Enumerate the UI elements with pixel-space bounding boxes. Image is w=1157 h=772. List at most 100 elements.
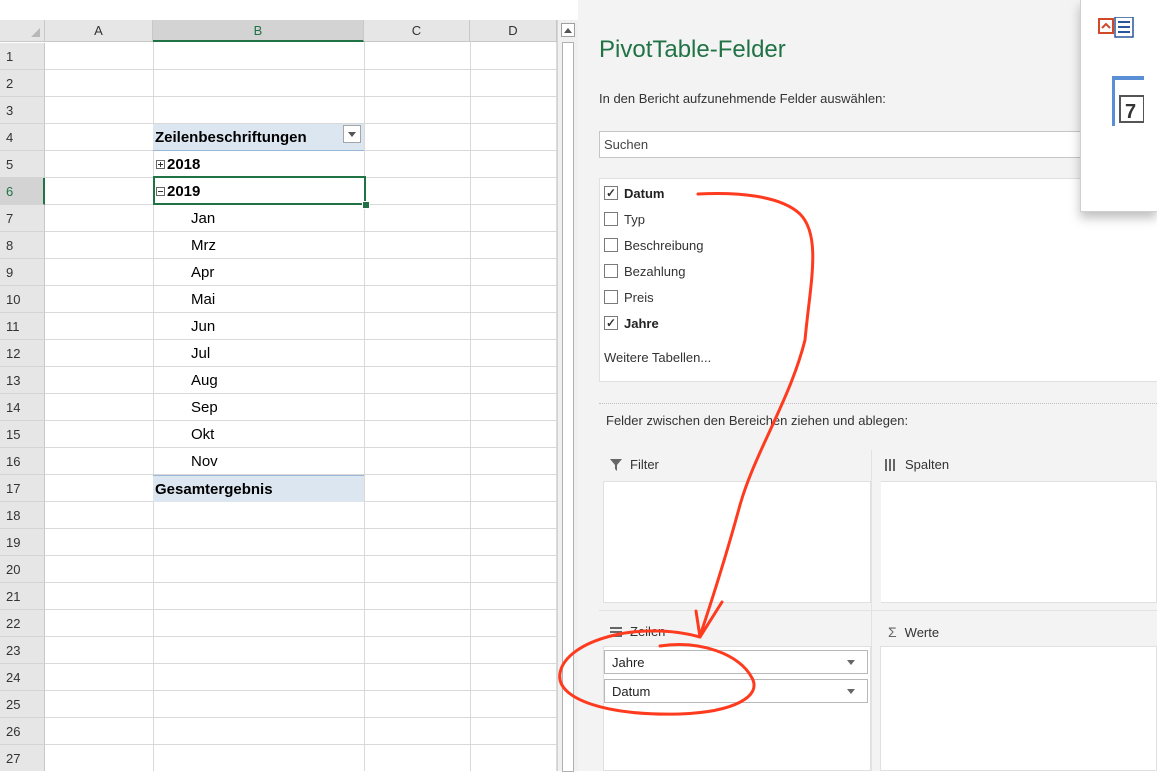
row-header[interactable]: 3 <box>0 97 45 124</box>
grid-row[interactable] <box>45 43 557 70</box>
field-item-beschreibung[interactable]: Beschreibung <box>604 235 704 255</box>
pane-title: PivotTable-Felder <box>599 36 786 63</box>
pivot-month-row[interactable]: Sep <box>153 394 364 421</box>
pivot-month-row[interactable]: Mrz <box>153 232 364 259</box>
grid-row[interactable] <box>45 718 557 745</box>
columns-drop-zone[interactable] <box>880 481 1157 603</box>
columns-area-header: Spalten <box>885 457 949 472</box>
row-header[interactable]: 5 <box>0 151 45 178</box>
row-header[interactable]: 25 <box>0 691 45 718</box>
chevron-down-icon[interactable] <box>847 660 855 665</box>
grid-row[interactable] <box>45 529 557 556</box>
grid-row[interactable] <box>45 610 557 637</box>
pivot-month-row[interactable]: Mai <box>153 286 364 313</box>
chip-label: Datum <box>612 683 651 699</box>
row-header[interactable]: 1 <box>0 43 45 70</box>
pivot-month-row[interactable]: Jun <box>153 313 364 340</box>
field-label: Typ <box>624 211 645 227</box>
row-header[interactable]: 27 <box>0 745 45 771</box>
column-header-b[interactable]: B <box>153 20 364 42</box>
fill-handle[interactable] <box>362 201 370 209</box>
more-tables-link[interactable]: Weitere Tabellen... <box>604 350 711 365</box>
row-header[interactable]: 12 <box>0 340 45 367</box>
grid-row[interactable] <box>45 745 557 771</box>
row-header[interactable]: 21 <box>0 583 45 610</box>
row-header[interactable]: 17 <box>0 475 45 502</box>
spreadsheet-grid[interactable]: A B C D 1 2 3 4 5 6 7 8 9 10 11 12 13 14 15 16 17 18 19 20 2… <box>0 0 557 771</box>
grid-row[interactable] <box>45 664 557 691</box>
row-header[interactable]: 13 <box>0 367 45 394</box>
layout-sections-icon[interactable] <box>1098 17 1134 41</box>
checkbox-icon[interactable] <box>604 290 618 304</box>
row-header[interactable]: 2 <box>0 70 45 97</box>
expand-plus-icon[interactable] <box>156 160 165 169</box>
grid-row[interactable] <box>45 502 557 529</box>
field-search-input[interactable]: Suchen <box>599 131 1099 158</box>
row-field-chip-jahre[interactable]: Jahre <box>604 650 868 674</box>
drag-areas-label: Felder zwischen den Bereichen ziehen und… <box>606 413 909 428</box>
row-header[interactable]: 15 <box>0 421 45 448</box>
checkbox-icon[interactable] <box>604 212 618 226</box>
pivot-grand-total-row[interactable]: Gesamtergebnis <box>153 475 364 502</box>
field-item-typ[interactable]: Typ <box>604 209 645 229</box>
field-item-datum[interactable]: ✓ Datum <box>604 183 664 203</box>
scrollbar-thumb[interactable] <box>562 42 574 772</box>
values-drop-zone[interactable] <box>880 646 1157 771</box>
pivot-month-row[interactable]: Apr <box>153 259 364 286</box>
field-item-preis[interactable]: Preis <box>604 287 654 307</box>
checkbox-icon[interactable] <box>604 238 618 252</box>
row-header[interactable]: 7 <box>0 205 45 232</box>
field-item-jahre[interactable]: ✓ Jahre <box>604 313 659 333</box>
scroll-up-arrow-icon[interactable] <box>561 23 575 37</box>
checkbox-checked-icon[interactable]: ✓ <box>604 186 618 200</box>
row-header[interactable]: 19 <box>0 529 45 556</box>
grid-row[interactable] <box>45 70 557 97</box>
pane-subtitle: In den Bericht aufzunehmende Felder ausw… <box>599 91 886 106</box>
row-field-chip-datum[interactable]: Datum <box>604 679 868 703</box>
row-header[interactable]: 10 <box>0 286 45 313</box>
row-labels-filter-dropdown[interactable] <box>343 125 361 143</box>
checkbox-checked-icon[interactable]: ✓ <box>604 316 618 330</box>
field-list: ✓ Datum Typ Beschreibung Bezahlung Preis… <box>599 178 1157 382</box>
row-header[interactable]: 16 <box>0 448 45 475</box>
chevron-down-icon[interactable] <box>847 689 855 694</box>
pivot-month-row[interactable]: Aug <box>153 367 364 394</box>
field-item-bezahlung[interactable]: Bezahlung <box>604 261 685 281</box>
row-header[interactable]: 14 <box>0 394 45 421</box>
column-header-a[interactable]: A <box>45 20 153 42</box>
row-header[interactable]: 8 <box>0 232 45 259</box>
checkbox-icon[interactable] <box>604 264 618 278</box>
column-header-d[interactable]: D <box>470 20 557 42</box>
pivot-row-labels-header[interactable]: Zeilenbeschriftungen <box>153 124 364 151</box>
vertical-scrollbar[interactable] <box>557 20 578 772</box>
row-header[interactable]: 4 <box>0 124 45 151</box>
chip-label: Jahre <box>612 654 645 670</box>
pivot-month-row[interactable]: Okt <box>153 421 364 448</box>
row-header[interactable]: 9 <box>0 259 45 286</box>
layout-stacked-icon[interactable]: 7 <box>1112 76 1144 126</box>
grid-row[interactable] <box>45 691 557 718</box>
pivot-year-2018-row[interactable]: 2018 <box>153 151 364 178</box>
row-header[interactable]: 26 <box>0 718 45 745</box>
pivot-month-row[interactable]: Jan <box>153 205 364 232</box>
row-header[interactable]: 24 <box>0 664 45 691</box>
pivot-month-row[interactable]: Jul <box>153 340 364 367</box>
pivot-header-text: Zeilenbeschriftungen <box>155 128 307 146</box>
row-header[interactable]: 23 <box>0 637 45 664</box>
grid-row[interactable] <box>45 97 557 124</box>
select-all-corner[interactable] <box>0 20 45 42</box>
pivot-month-row[interactable]: Nov <box>153 448 364 475</box>
filter-drop-zone[interactable] <box>603 481 871 603</box>
values-area-label: Werte <box>904 624 940 640</box>
grid-row[interactable] <box>45 637 557 664</box>
column-header-c[interactable]: C <box>364 20 470 42</box>
row-header[interactable]: 22 <box>0 610 45 637</box>
corner-triangle-icon <box>31 28 40 37</box>
row-header[interactable]: 6 <box>0 178 45 205</box>
row-header[interactable]: 11 <box>0 313 45 340</box>
grid-row[interactable] <box>45 556 557 583</box>
row-header[interactable]: 18 <box>0 502 45 529</box>
field-label: Bezahlung <box>624 263 686 279</box>
grid-row[interactable] <box>45 583 557 610</box>
row-header[interactable]: 20 <box>0 556 45 583</box>
